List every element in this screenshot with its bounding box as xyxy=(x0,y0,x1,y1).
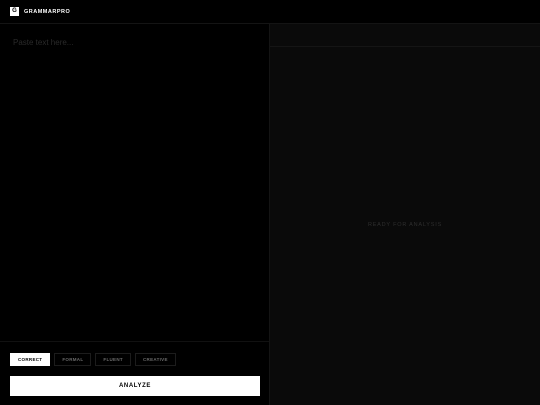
empty-state-message: READY FOR ANALYSIS xyxy=(367,222,443,228)
mode-selector: CORRECT FORMAL FLUENT CREATIVE xyxy=(10,353,176,366)
results-pane: READY FOR ANALYSIS xyxy=(270,24,540,405)
mode-creative-button[interactable]: CREATIVE xyxy=(134,353,176,366)
editor-footer: CORRECT FORMAL FLUENT CREATIVE ANALYZE xyxy=(0,341,269,405)
results-toolbar xyxy=(270,24,540,47)
mode-correct-button[interactable]: CORRECT xyxy=(10,353,51,366)
mode-fluent-button[interactable]: FLUENT xyxy=(95,353,131,366)
analyze-button[interactable]: ANALYZE xyxy=(10,376,260,396)
app-header: G GRAMMARPRO xyxy=(0,0,540,24)
brand-name: GRAMMARPRO xyxy=(24,9,71,15)
app-logo: G xyxy=(10,7,19,16)
app-window: G GRAMMARPRO CORRECT FORMAL FLUENT CREAT… xyxy=(0,0,540,405)
logo-letter: G xyxy=(12,8,17,14)
editor-pane: CORRECT FORMAL FLUENT CREATIVE ANALYZE xyxy=(0,24,270,405)
text-input[interactable] xyxy=(0,24,269,341)
mode-formal-button[interactable]: FORMAL xyxy=(54,353,92,366)
